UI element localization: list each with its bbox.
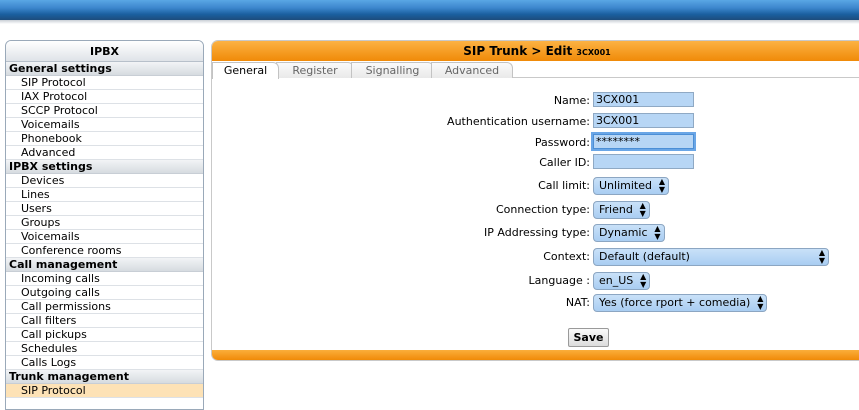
- main-panel: SIP Trunk > Edit 3CX001 General Register…: [211, 40, 859, 361]
- page-title-text: SIP Trunk > Edit: [463, 44, 573, 58]
- sidebar-item-lines[interactable]: Lines: [6, 188, 203, 202]
- updown-arrows-icon: ▲ ▼: [658, 177, 665, 194]
- connection-type-value: Friend: [599, 203, 633, 216]
- row-auth-username: Authentication username:: [212, 112, 859, 132]
- sidebar-item-call-filters[interactable]: Call filters: [6, 314, 203, 328]
- context-select[interactable]: Default (default) ▲ ▼: [593, 248, 829, 266]
- sidebar-item-sip-protocol[interactable]: SIP Protocol: [6, 76, 203, 90]
- sidebar-item-phonebook[interactable]: Phonebook: [6, 132, 203, 146]
- section-ipbx-settings: IPBX settings: [6, 160, 203, 174]
- updown-arrows-icon: ▲ ▼: [639, 201, 646, 218]
- language-label: Language :: [528, 274, 591, 287]
- sidebar-item-incoming-calls[interactable]: Incoming calls: [6, 272, 203, 286]
- sidebar-item-trunk-sip-protocol[interactable]: SIP Protocol: [6, 384, 203, 398]
- updown-arrows-icon: ▲ ▼: [818, 248, 825, 265]
- sidebar-item-outgoing-calls[interactable]: Outgoing calls: [6, 286, 203, 300]
- ip-addressing-type-label: IP Addressing type:: [484, 226, 590, 239]
- updown-arrows-icon: ▲ ▼: [757, 294, 764, 311]
- context-label: Context:: [543, 250, 590, 263]
- sidebar-item-schedules[interactable]: Schedules: [6, 342, 203, 356]
- row-connection-type: Connection type: Friend ▲ ▼: [212, 200, 859, 220]
- sidebar-item-call-permissions[interactable]: Call permissions: [6, 300, 203, 314]
- connection-type-label: Connection type:: [495, 203, 590, 216]
- sidebar-title: IPBX: [6, 41, 203, 62]
- section-trunk-management: Trunk management: [6, 370, 203, 384]
- sidebar-item-advanced[interactable]: Advanced: [6, 146, 203, 160]
- call-limit-select[interactable]: Unlimited ▲ ▼: [593, 177, 669, 195]
- language-value: en_US: [599, 274, 634, 287]
- language-select[interactable]: en_US ▲ ▼: [593, 272, 651, 290]
- updown-arrows-icon: ▲ ▼: [654, 224, 661, 241]
- tab-advanced[interactable]: Advanced: [431, 62, 513, 78]
- top-banner-shadow: [0, 20, 859, 24]
- sidebar-item-voicemails[interactable]: Voicemails: [6, 118, 203, 132]
- connection-type-select[interactable]: Friend ▲ ▼: [593, 201, 650, 219]
- row-call-limit: Call limit: Unlimited ▲ ▼: [212, 176, 859, 196]
- name-label: Name:: [553, 94, 590, 107]
- caller-id-input[interactable]: [593, 154, 694, 169]
- sidebar-item-ipbx-voicemails[interactable]: Voicemails: [6, 230, 203, 244]
- section-general-settings: General settings: [6, 62, 203, 76]
- tab-signalling[interactable]: Signalling: [351, 62, 434, 78]
- call-limit-label: Call limit:: [538, 179, 590, 192]
- row-caller-id: Caller ID:: [212, 153, 859, 173]
- nat-value: Yes (force rport + comedia): [599, 296, 751, 309]
- sidebar-item-devices[interactable]: Devices: [6, 174, 203, 188]
- row-nat: NAT: Yes (force rport + comedia) ▲ ▼: [212, 293, 859, 313]
- sidebar-item-iax-protocol[interactable]: IAX Protocol: [6, 90, 203, 104]
- save-button[interactable]: Save: [568, 328, 609, 347]
- tab-bar: General Register Signalling Advanced: [212, 61, 859, 79]
- row-password: Password:: [212, 133, 859, 153]
- caller-id-label: Caller ID:: [539, 156, 590, 169]
- row-name: Name:: [212, 91, 859, 111]
- sidebar-item-users[interactable]: Users: [6, 202, 203, 216]
- context-value: Default (default): [599, 250, 690, 263]
- auth-username-input[interactable]: [593, 113, 694, 128]
- sidebar-item-call-pickups[interactable]: Call pickups: [6, 328, 203, 342]
- row-context: Context: Default (default) ▲ ▼: [212, 247, 859, 267]
- sidebar-item-calls-logs[interactable]: Calls Logs: [6, 356, 203, 370]
- top-banner: [0, 0, 859, 20]
- password-input[interactable]: [593, 134, 694, 149]
- row-language: Language : en_US ▲ ▼: [212, 271, 859, 291]
- auth-username-label: Authentication username:: [447, 115, 590, 128]
- sidebar-item-conference-rooms[interactable]: Conference rooms: [6, 244, 203, 258]
- ip-addressing-type-value: Dynamic: [599, 226, 648, 239]
- tab-general[interactable]: General: [212, 62, 279, 79]
- nat-select[interactable]: Yes (force rport + comedia) ▲ ▼: [593, 294, 768, 312]
- sidebar-item-groups[interactable]: Groups: [6, 216, 203, 230]
- nat-label: NAT:: [565, 296, 590, 309]
- name-input[interactable]: [593, 92, 694, 107]
- row-ip-addressing-type: IP Addressing type: Dynamic ▲ ▼: [212, 223, 859, 243]
- section-call-management: Call management: [6, 258, 203, 272]
- password-label: Password:: [534, 136, 590, 149]
- ip-addressing-type-select[interactable]: Dynamic ▲ ▼: [593, 224, 665, 242]
- updown-arrows-icon: ▲ ▼: [640, 272, 647, 289]
- page-title-trunk-id: 3CX001: [576, 48, 611, 57]
- panel-footer-bar: [212, 350, 859, 360]
- page-title: SIP Trunk > Edit 3CX001: [212, 41, 859, 61]
- sidebar: IPBX General settings SIP Protocol IAX P…: [5, 40, 204, 410]
- tab-register[interactable]: Register: [276, 62, 354, 78]
- call-limit-value: Unlimited: [599, 179, 652, 192]
- sidebar-item-sccp-protocol[interactable]: SCCP Protocol: [6, 104, 203, 118]
